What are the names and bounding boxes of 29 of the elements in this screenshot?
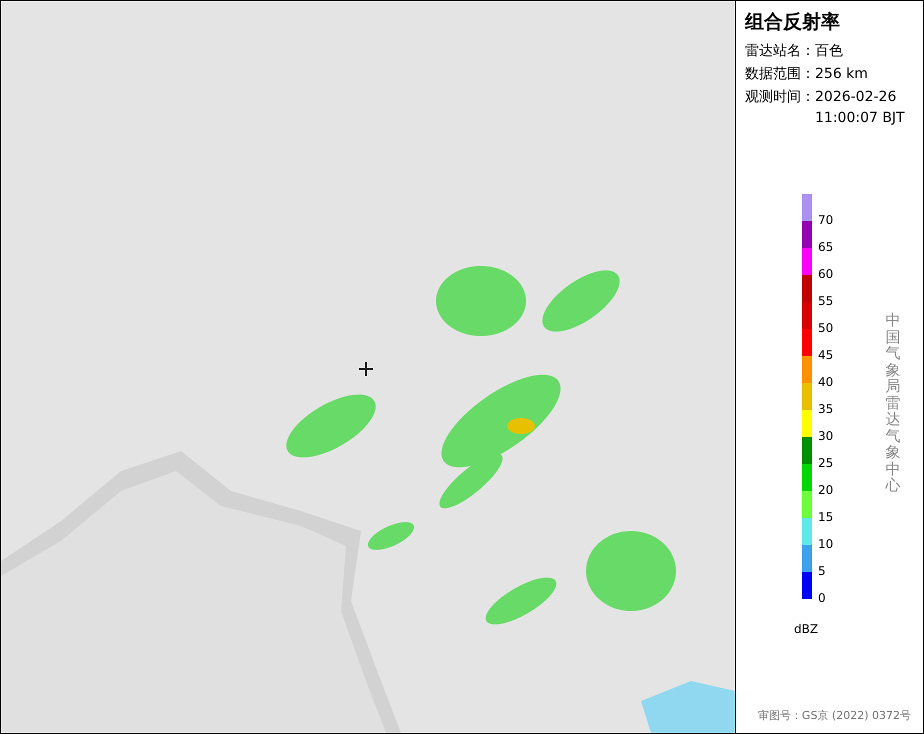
field-value: 2026-02-26 11:00:07 BJT <box>815 88 906 128</box>
legend-label: 35 <box>818 401 834 418</box>
legend-label: 30 <box>818 428 834 445</box>
field-value: 百色 <box>815 42 844 61</box>
field-label: 观测时间： <box>745 88 815 107</box>
field-label: 数据范围： <box>745 65 815 84</box>
source-text: 中国气象局雷达气象中心 <box>885 312 900 494</box>
legend-label: 65 <box>818 239 834 256</box>
legend-label: 55 <box>818 293 834 310</box>
legend-label: 0 <box>818 590 827 607</box>
approval-number: 审图号：GS京 (2022) 0372号 <box>758 708 911 723</box>
crosshair-icon <box>359 362 373 376</box>
legend-label: 70 <box>818 212 834 229</box>
legend-label: 60 <box>818 266 834 283</box>
legend-label: 20 <box>818 482 834 499</box>
field-label: 雷达站名： <box>745 42 815 61</box>
legend-label: 15 <box>818 509 834 526</box>
radar-echo-core <box>507 418 535 434</box>
legend-label: 40 <box>818 374 834 391</box>
legend-label: 50 <box>818 320 834 337</box>
legend-label: 25 <box>818 455 834 472</box>
legend-label: 45 <box>818 347 834 364</box>
radar-echo <box>368 522 414 550</box>
unit-label: dBZ <box>794 622 820 636</box>
field-value: 256 km <box>815 65 869 84</box>
legend-label: 5 <box>818 563 827 580</box>
product-title: 组合反射率 <box>745 10 841 35</box>
radar-echo <box>486 578 556 624</box>
legend-label: 10 <box>818 536 834 553</box>
